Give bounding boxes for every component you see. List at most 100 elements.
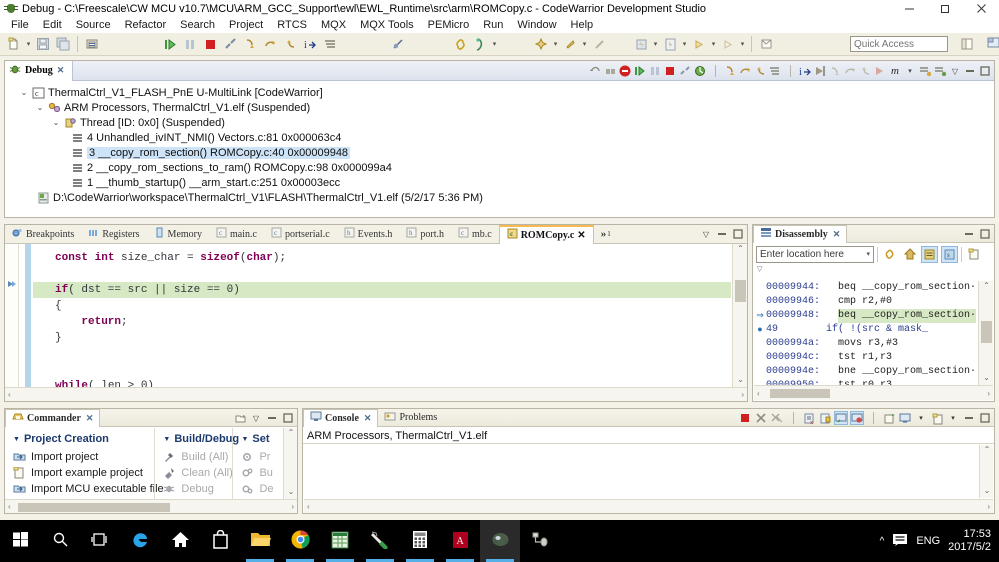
taskbar-excel[interactable] [320,520,360,562]
resume-icon[interactable] [160,34,180,54]
show-source-icon[interactable] [921,245,938,263]
menu-help[interactable]: Help [564,17,601,33]
taskbar-store[interactable] [200,520,240,562]
instruction-stepping-icon[interactable]: i [300,34,320,54]
commander-horizontal-scrollbar[interactable]: ‹ › [5,499,297,513]
step-into-icon[interactable] [240,34,260,54]
add-to-watch-icon[interactable] [918,64,932,78]
notification-icon[interactable] [892,533,908,550]
forward-dropdown-icon[interactable]: ▾ [738,34,747,54]
bookmark-back-icon[interactable] [689,34,709,54]
view-menu-icon[interactable]: ▽ [948,64,962,78]
maximize-panel-icon[interactable] [731,227,745,241]
chevron-down-icon[interactable]: ⌄ [35,103,45,112]
maximize-panel-icon[interactable] [978,64,992,78]
tree-row-stackframe-2[interactable]: 2 __copy_rom_sections_to_ram() ROMCopy.c… [11,160,994,175]
taskbar-file-explorer[interactable] [240,520,280,562]
view-menu-icon[interactable]: ▽ [249,411,263,425]
home-icon[interactable] [901,246,918,263]
link-icon[interactable] [450,34,470,54]
menu-run[interactable]: Run [476,17,510,33]
scroll-left-icon[interactable]: ‹ [8,390,11,399]
taskbar-tools[interactable] [360,520,400,562]
menu-rtcs[interactable]: RTCS [270,17,314,33]
flash-file-icon[interactable] [660,34,680,54]
scrollbar-thumb[interactable] [18,503,170,512]
menu-pemicro[interactable]: PEMicro [421,17,477,33]
show-symbols-icon[interactable]: s [941,245,958,263]
location-input[interactable]: Enter location here ▾ [756,245,874,263]
scroll-right-icon[interactable]: › [741,390,744,399]
taskbar-acrobat[interactable]: A [440,520,480,562]
scroll-right-icon[interactable]: › [987,389,990,398]
taskbar-search[interactable] [40,520,80,562]
console-body[interactable]: ARM Processors, ThermalCtrl_V1.elf ⌃ ⌄ ‹… [303,428,994,513]
chevron-down-icon[interactable]: ▼ [163,436,170,443]
tree-row-stackframe-1[interactable]: 1 __thumb_startup() __arm_start.c:251 0x… [11,175,994,190]
chevron-down-icon[interactable]: ⌄ [19,88,29,97]
step-asm-over-icon[interactable] [843,64,857,78]
maximize-panel-icon[interactable] [978,227,992,241]
memory-dropdown-icon[interactable]: ▾ [903,64,917,78]
chevron-down-icon[interactable]: ▼ [241,436,248,443]
commander-link-import-project[interactable]: Import project [13,449,150,465]
taskbar-edge[interactable] [120,520,160,562]
scroll-left-icon[interactable]: ‹ [757,389,760,398]
editor-annotation-ruler[interactable] [5,244,19,387]
new-dropdown-icon[interactable]: ▾ [24,34,33,54]
menu-edit[interactable]: Edit [36,17,69,33]
breakpoint-icon[interactable]: ● [754,323,766,337]
suspend-icon[interactable] [648,64,662,78]
scrollbar-thumb[interactable] [981,321,992,343]
minimize-panel-icon[interactable] [715,227,729,241]
scroll-down-icon[interactable]: ⌄ [980,486,994,498]
save-all-icon[interactable] [53,34,73,54]
quick-access-input[interactable] [850,36,948,52]
taskbar-codewarrior[interactable] [480,520,520,562]
menu-project[interactable]: Project [222,17,270,33]
disassembly-vertical-scrollbar[interactable]: ⌃ ⌄ [978,281,993,385]
stop-debug-icon[interactable] [618,64,632,78]
step-return-icon[interactable] [280,34,300,54]
skip-breakpoints-icon[interactable] [388,34,408,54]
save-icon[interactable] [33,34,53,54]
menu-refactor[interactable]: Refactor [118,17,174,33]
minimize-panel-icon[interactable] [963,64,977,78]
remove-all-consoles-icon[interactable] [770,411,784,425]
scroll-lock-icon[interactable] [818,411,832,425]
view-menu-icon[interactable]: ▽ [699,227,713,241]
run-icon[interactable] [560,34,580,54]
open-commander-icon[interactable] [233,411,247,425]
tab-main-c[interactable]: c main.c [209,225,264,244]
menu-source[interactable]: Source [69,17,118,33]
tab-disassembly[interactable]: Disassembly ✕ [753,224,848,243]
menu-window[interactable]: Window [510,17,563,33]
new-console-dropdown-icon[interactable]: ▾ [946,411,960,425]
tab-registers[interactable]: Registers [81,225,146,244]
language-indicator[interactable]: ENG [916,535,940,547]
editor-vertical-scrollbar[interactable]: ⌃ ⌄ [732,244,747,387]
pin-console-icon[interactable] [850,411,864,425]
tab-events-h[interactable]: h Events.h [337,225,400,244]
tab-portserial-c[interactable]: c portserial.c [264,225,337,244]
reset-icon[interactable] [693,64,707,78]
menu-file[interactable]: File [4,17,36,33]
scrollbar-thumb[interactable] [770,389,830,398]
tree-row-launch-config[interactable]: ⌄ c ThermalCtrl_V1_FLASH_PnE U-MultiLink… [11,85,994,100]
tab-port-h[interactable]: h port.h [399,225,451,244]
debug-view-icon[interactable] [320,34,340,54]
terminate-icon[interactable] [200,34,220,54]
disassembly-row[interactable]: 0000994a: movs r3,#3 [754,337,978,351]
close-icon[interactable]: ✕ [577,230,585,241]
reconnect-icon[interactable] [603,64,617,78]
new-console-view-icon[interactable] [930,411,944,425]
display-console-dropdown-icon[interactable]: ▾ [914,411,928,425]
console-horizontal-scrollbar[interactable]: ‹ › [304,499,993,513]
step-over-icon[interactable] [260,34,280,54]
tree-row-stackframe-3[interactable]: 3 __copy_rom_section() ROMCopy.c:40 0x00… [11,145,994,160]
disassembly-row[interactable]: 0000994e: bne __copy_rom_section· [754,365,978,379]
scroll-left-icon[interactable]: ‹ [307,502,310,511]
scrollbar-thumb[interactable] [735,280,746,302]
tab-mb-c[interactable]: c mb.c [451,225,499,244]
tab-breakpoints[interactable]: Breakpoints [5,225,81,244]
